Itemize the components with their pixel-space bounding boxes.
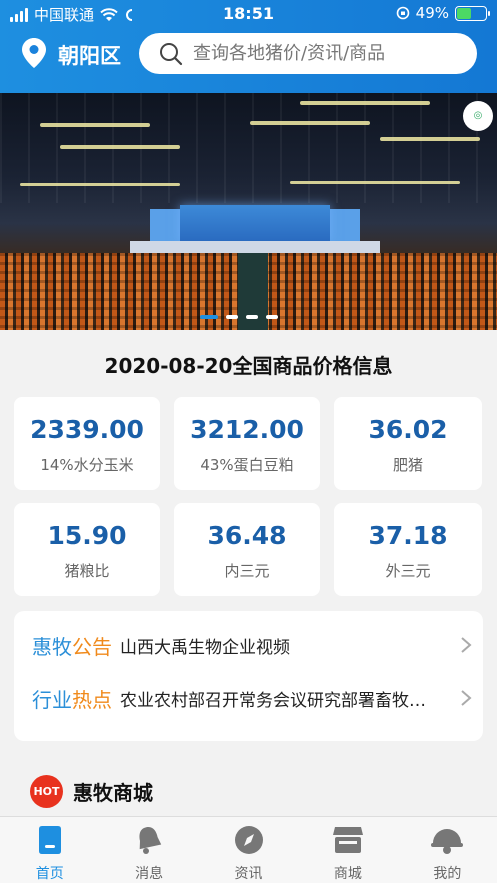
home-icon (38, 826, 61, 854)
tab-profile[interactable]: 我的 (398, 817, 497, 883)
battery-icon (455, 5, 490, 21)
price-label: 猪粮比 (64, 562, 110, 580)
carousel-dot[interactable] (266, 315, 278, 319)
top-nav: 朝阳区 (0, 28, 497, 93)
price-label: 肥猪 (392, 456, 423, 474)
tab-news[interactable]: 资讯 (199, 817, 298, 883)
rotation-lock-icon (396, 6, 409, 20)
helmet-icon (431, 829, 464, 854)
price-value: 3212.00 (190, 415, 304, 444)
price-value: 36.02 (368, 415, 448, 444)
compass-icon (234, 826, 263, 854)
mall-title: 惠牧商城 (73, 781, 153, 805)
carousel-indicator[interactable] (200, 315, 278, 319)
carousel-dot[interactable] (246, 315, 258, 319)
banner-carousel[interactable]: ◎ (0, 93, 497, 330)
price-card[interactable]: 37.18 外三元 (334, 503, 482, 596)
price-label: 内三元 (224, 562, 270, 580)
price-card[interactable]: 15.90 猪粮比 (14, 503, 160, 596)
price-label: 14%水分玉米 (40, 456, 134, 474)
notice-row-hotspot[interactable]: 行业热点 农业农村部召开常务会议研究部署畜牧业发展 (32, 683, 472, 713)
price-card[interactable]: 2339.00 14%水分玉米 (14, 397, 160, 490)
tab-home[interactable]: 首页 (0, 817, 99, 883)
price-card[interactable]: 36.02 肥猪 (334, 397, 482, 490)
price-value: 36.48 (207, 521, 287, 550)
price-value: 2339.00 (30, 415, 144, 444)
search-input[interactable] (193, 33, 463, 74)
price-card[interactable]: 36.48 内三元 (174, 503, 320, 596)
stage-screen (180, 205, 330, 241)
bottom-tab-bar: 首页 消息 资讯 商城 我的 (0, 816, 497, 883)
notice-tag: 行业热点 (32, 687, 112, 712)
status-bar: 中国联通 18:51 49% (0, 0, 497, 28)
tab-mall[interactable]: 商城 (298, 817, 397, 883)
price-value: 15.90 (47, 521, 127, 550)
location-label[interactable]: 朝阳区 (58, 40, 121, 70)
chevron-right-icon (461, 690, 472, 706)
price-card[interactable]: 3212.00 43%蛋白豆粕 (174, 397, 320, 490)
search-icon (160, 43, 183, 66)
carousel-dot[interactable] (200, 315, 218, 319)
notice-text: 山西大禹生物企业视频 (120, 637, 290, 658)
store-icon (332, 827, 363, 853)
app-header: 中国联通 18:51 49% 朝阳区 (0, 0, 497, 93)
search-bar[interactable] (139, 33, 477, 74)
price-label: 外三元 (385, 562, 431, 580)
notice-tag: 惠牧公告 (32, 634, 112, 659)
price-section-title: 2020-08-20全国商品价格信息 (104, 354, 393, 378)
notice-row-announcement[interactable]: 惠牧公告 山西大禹生物企业视频 (32, 630, 472, 660)
notice-panel: 惠牧公告 山西大禹生物企业视频 行业热点 农业农村部召开常务会议研究部署畜牧业发… (14, 611, 483, 741)
battery-percent: 49% (415, 4, 449, 22)
location-pin-icon[interactable] (22, 38, 46, 68)
mall-section-header[interactable]: HOT 惠牧商城 (30, 775, 153, 808)
bell-icon (139, 827, 162, 854)
chevron-right-icon (461, 637, 472, 653)
notice-text: 农业农村部召开常务会议研究部署畜牧业发展 (120, 690, 430, 711)
tab-messages[interactable]: 消息 (99, 817, 198, 883)
carousel-dot[interactable] (226, 315, 238, 319)
banner-logo: ◎ (463, 101, 493, 131)
price-value: 37.18 (368, 521, 448, 550)
price-label: 43%蛋白豆粕 (200, 456, 294, 474)
hot-badge-icon: HOT (30, 775, 63, 808)
